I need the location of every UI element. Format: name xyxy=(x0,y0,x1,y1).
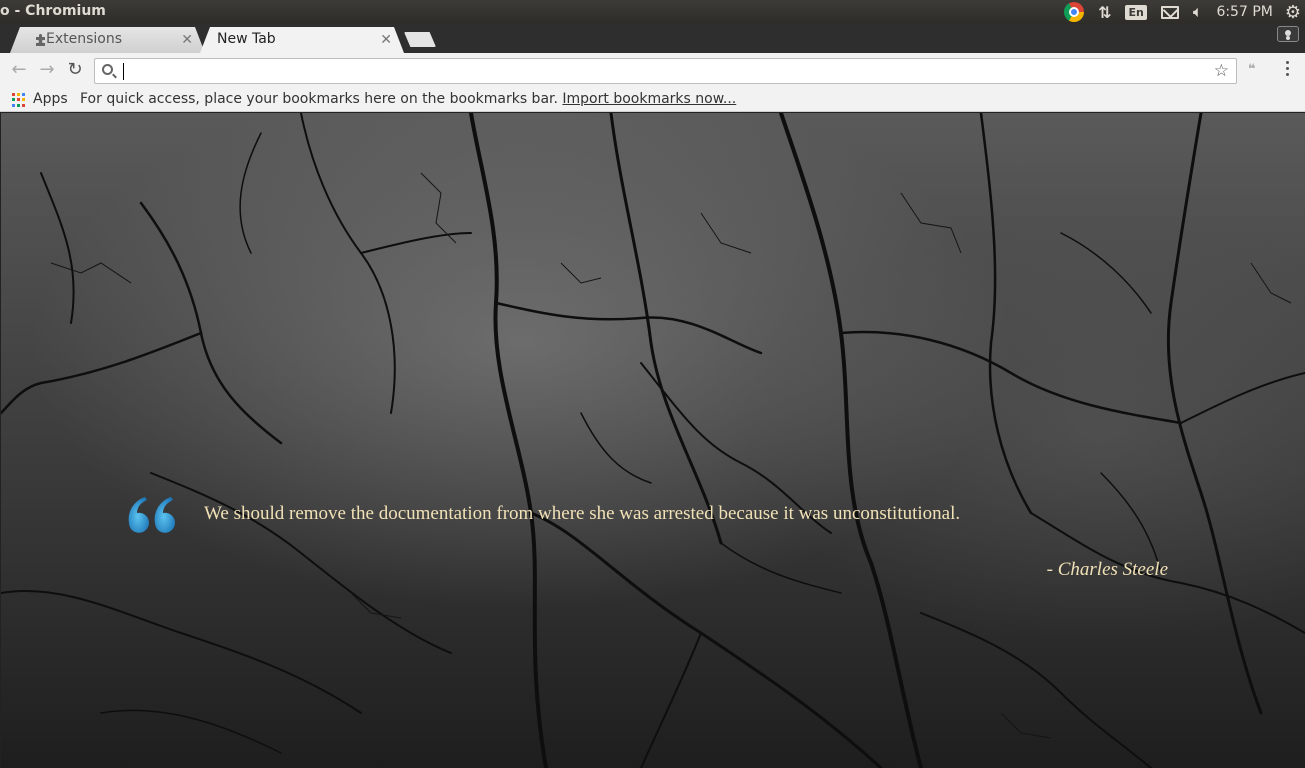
apps-grid-icon[interactable] xyxy=(12,93,26,107)
close-tab-icon[interactable]: ✕ xyxy=(380,32,392,48)
text-caret xyxy=(123,63,124,80)
system-top-panel: o - Chromium ⇅ En 🔈︎ 6:57 PM ⚙ xyxy=(0,0,1305,24)
quotation-mark-icon xyxy=(128,497,175,533)
system-tray: ⇅ En 🔈︎ 6:57 PM ⚙ xyxy=(1064,0,1305,24)
import-bookmarks-link[interactable]: Import bookmarks now... xyxy=(562,91,736,107)
apps-shortcut[interactable]: Apps xyxy=(33,91,68,107)
tab-extensions[interactable]: Extensions ✕ xyxy=(10,27,205,53)
bookmark-star-icon[interactable]: ☆ xyxy=(1214,61,1229,81)
reload-button[interactable]: ↻ xyxy=(64,59,86,81)
tab-strip: Extensions ✕ New Tab ✕ xyxy=(0,24,1305,53)
clock[interactable]: 6:57 PM xyxy=(1216,0,1272,24)
keyboard-layout-indicator[interactable]: En xyxy=(1125,0,1147,24)
quote-text: We should remove the documentation from … xyxy=(204,503,961,524)
tab-label: New Tab xyxy=(217,31,276,47)
quote-extension-icon[interactable]: ❝ xyxy=(1248,62,1256,77)
browser-toolbar: ← → ↻ ☆ ❝ xyxy=(0,53,1305,88)
omnibox-input[interactable] xyxy=(121,61,1201,81)
omnibox[interactable]: ☆ xyxy=(94,58,1237,84)
quote-widget: We should remove the documentation from … xyxy=(1,113,1305,768)
new-tab-button[interactable] xyxy=(404,32,436,47)
bookmarks-bar: Apps For quick access, place your bookma… xyxy=(0,88,1305,112)
quote-author: - Charles Steele xyxy=(1046,559,1168,580)
forward-button[interactable]: → xyxy=(36,59,58,81)
tab-label: Extensions xyxy=(46,31,123,47)
menu-icon[interactable] xyxy=(1281,61,1293,79)
bookmarks-hint: For quick access, place your bookmarks h… xyxy=(80,91,736,107)
chromium-indicator-icon[interactable] xyxy=(1064,0,1085,24)
profile-button[interactable] xyxy=(1277,26,1299,42)
close-tab-icon[interactable]: ✕ xyxy=(181,32,193,48)
volume-icon[interactable]: 🔈︎ xyxy=(1193,0,1203,24)
tab-new-tab[interactable]: New Tab ✕ xyxy=(200,27,404,53)
window-title: o - Chromium xyxy=(0,3,106,19)
bookmarks-hint-text: For quick access, place your bookmarks h… xyxy=(80,91,558,107)
new-tab-page: We should remove the documentation from … xyxy=(1,113,1305,768)
gear-icon[interactable]: ⚙ xyxy=(1285,0,1301,24)
search-icon xyxy=(102,64,113,75)
network-icon[interactable]: ⇅ xyxy=(1098,0,1111,24)
back-button[interactable]: ← xyxy=(8,59,30,81)
keyboard-layout-label: En xyxy=(1125,4,1147,20)
mail-icon[interactable] xyxy=(1160,0,1179,24)
